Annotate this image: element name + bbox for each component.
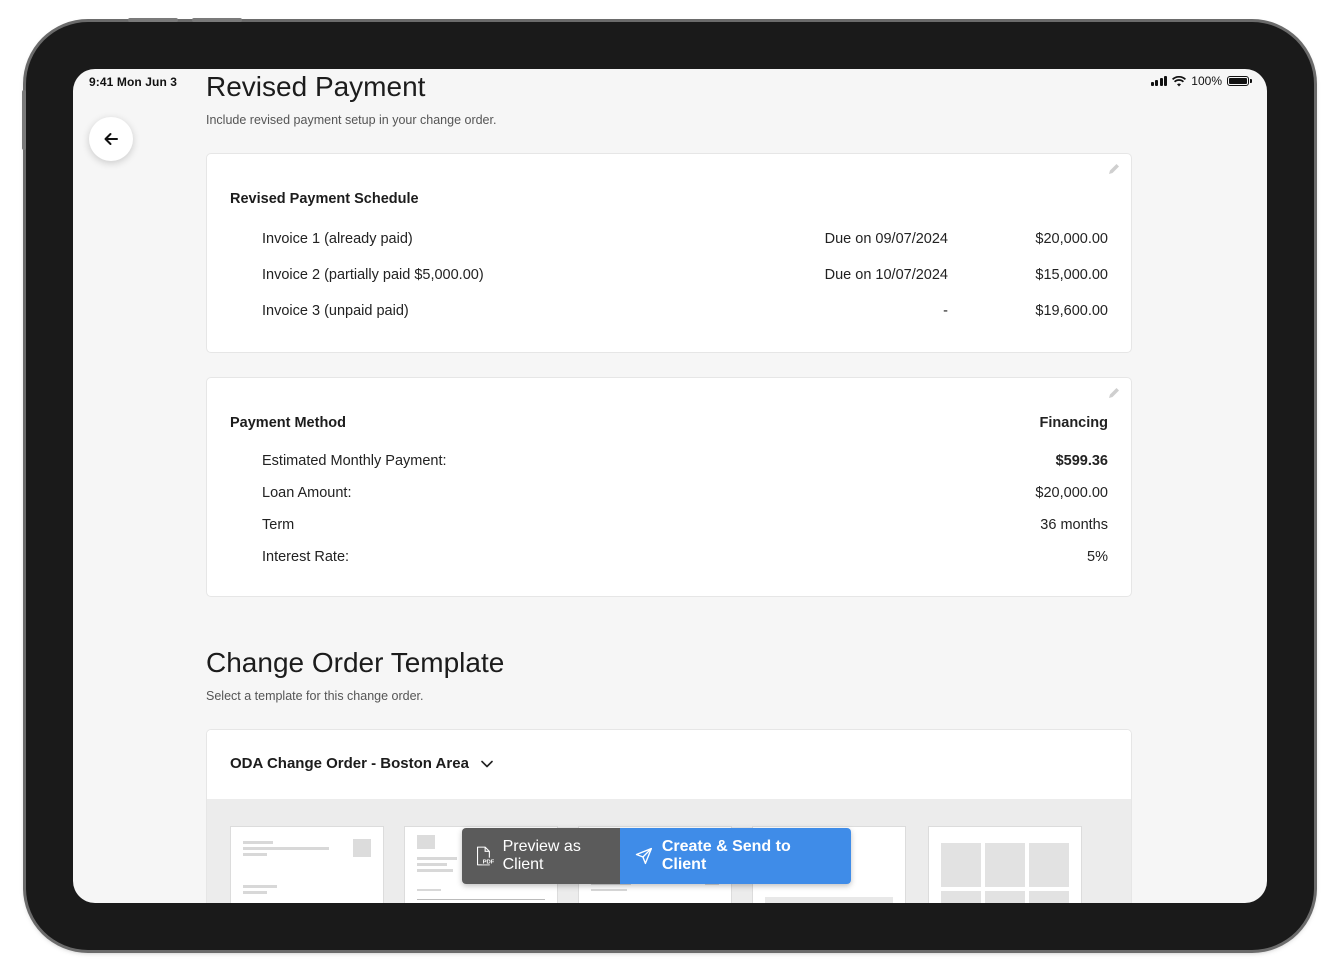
template-select-value: ODA Change Order - Boston Area bbox=[230, 755, 469, 772]
invoice-label: Invoice 1 (already paid) bbox=[262, 231, 413, 247]
wifi-icon bbox=[1172, 75, 1187, 86]
invoice-due: - bbox=[943, 303, 948, 319]
method-row-value: $599.36 bbox=[1055, 453, 1108, 469]
method-row-label: Term bbox=[262, 517, 295, 533]
invoice-due: Due on 09/07/2024 bbox=[824, 231, 948, 247]
side-button bbox=[22, 90, 26, 150]
invoice-due: Due on 10/07/2024 bbox=[824, 267, 948, 283]
template-title: Change Order Template bbox=[206, 647, 505, 678]
invoice-label: Invoice 3 (unpaid paid) bbox=[262, 303, 409, 319]
revised-payment-title: Revised Payment bbox=[206, 71, 426, 102]
method-row-value: $20,000.00 bbox=[1035, 485, 1108, 501]
back-button[interactable] bbox=[89, 117, 133, 161]
invoice-label: Invoice 2 (partially paid $5,000.00) bbox=[262, 267, 484, 283]
battery-icon bbox=[1227, 76, 1252, 86]
payment-schedule-title: Revised Payment Schedule bbox=[230, 191, 419, 207]
battery-percent: 100% bbox=[1191, 74, 1222, 88]
action-bar: PDF Preview as Client Create & Send to C… bbox=[462, 828, 851, 884]
pencil-icon[interactable] bbox=[1107, 386, 1121, 400]
create-send-button[interactable]: Create & Send to Client bbox=[620, 828, 851, 884]
template-thumbnail[interactable] bbox=[928, 826, 1082, 903]
arrow-left-icon bbox=[104, 133, 118, 145]
pdf-file-icon: PDF bbox=[476, 846, 494, 866]
invoice-amount: $19,600.00 bbox=[1035, 303, 1108, 319]
method-row-value: 36 months bbox=[1040, 517, 1108, 533]
status-time: 9:41 Mon Jun 3 bbox=[89, 75, 178, 89]
app-screen: 9:41 Mon Jun 3 100% Revised Payment Incl… bbox=[73, 69, 1267, 903]
invoice-amount: $15,000.00 bbox=[1035, 267, 1108, 283]
invoice-amount: $20,000.00 bbox=[1035, 231, 1108, 247]
top-button bbox=[192, 18, 242, 22]
preview-label: Preview as Client bbox=[502, 838, 581, 873]
template-subtitle: Select a template for this change order. bbox=[206, 689, 424, 703]
chevron-down-icon[interactable] bbox=[480, 757, 494, 771]
revised-payment-subtitle: Include revised payment setup in your ch… bbox=[206, 113, 497, 127]
method-row-label: Estimated Monthly Payment: bbox=[262, 453, 447, 469]
template-select[interactable]: ODA Change Order - Boston Area bbox=[207, 730, 1131, 800]
payment-method-value: Financing bbox=[1039, 415, 1108, 431]
method-row-label: Loan Amount: bbox=[262, 485, 352, 501]
paper-plane-icon bbox=[635, 847, 653, 865]
cellular-signal-icon bbox=[1150, 76, 1168, 86]
create-send-label: Create & Send to Client bbox=[661, 838, 791, 873]
svg-text:PDF: PDF bbox=[483, 860, 494, 866]
pencil-icon[interactable] bbox=[1107, 162, 1121, 176]
method-row-label: Interest Rate: bbox=[262, 549, 350, 565]
payment-method-card: Payment Method Financing Estimated Month… bbox=[206, 377, 1132, 597]
top-button bbox=[128, 18, 178, 22]
preview-as-client-button[interactable]: PDF Preview as Client bbox=[462, 828, 620, 884]
payment-method-title: Payment Method bbox=[230, 415, 347, 431]
template-thumbnail[interactable] bbox=[230, 826, 384, 903]
status-indicators: 100% bbox=[1150, 74, 1252, 88]
payment-schedule-card: Revised Payment Schedule Invoice 1 (alre… bbox=[206, 153, 1132, 353]
method-row-value: 5% bbox=[1087, 549, 1108, 565]
